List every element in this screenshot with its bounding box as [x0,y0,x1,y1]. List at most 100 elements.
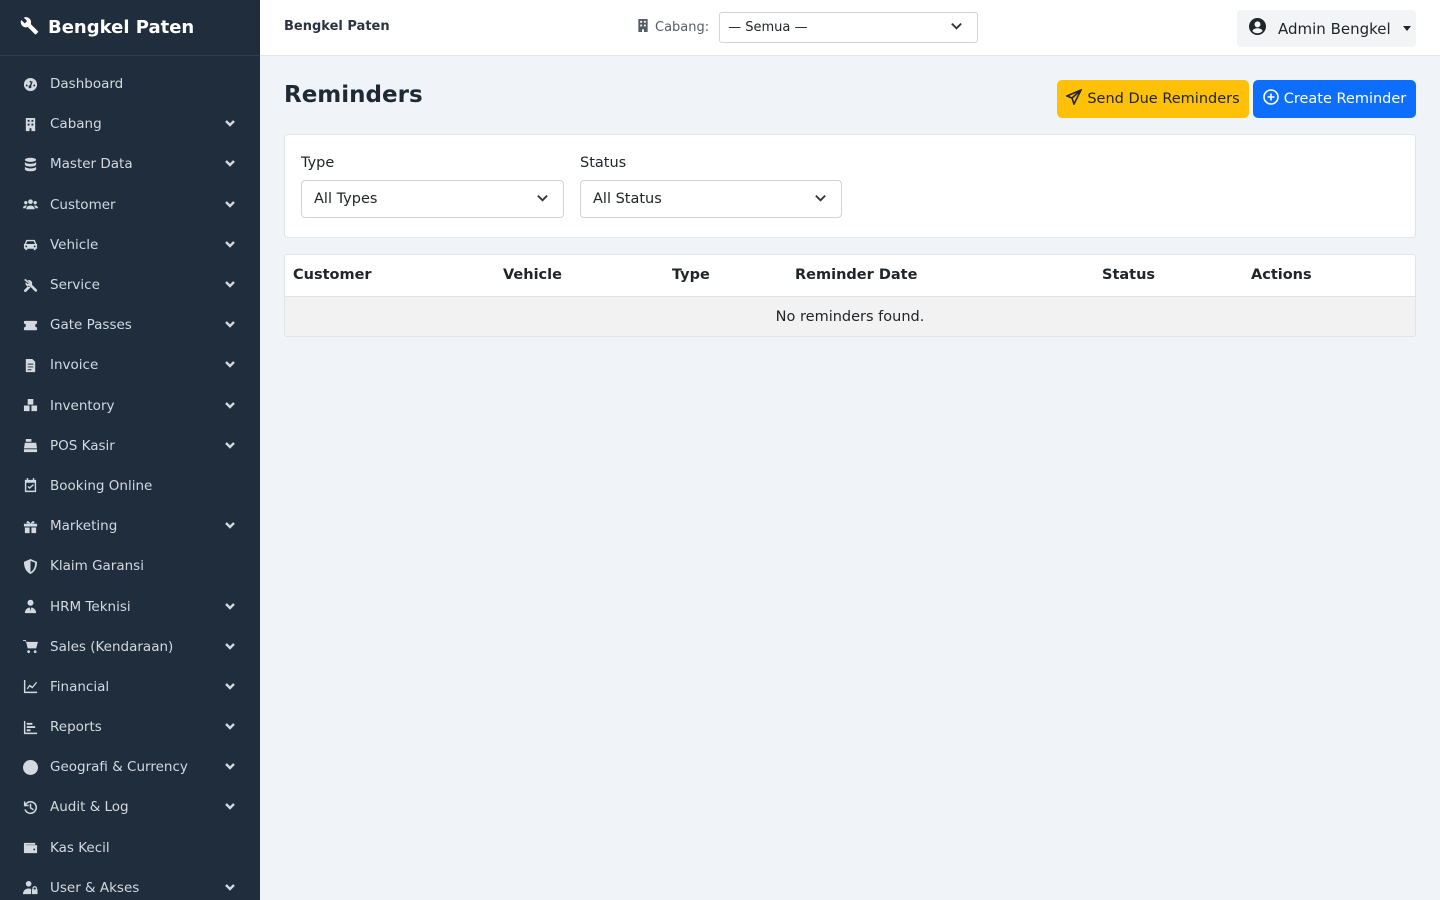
user-lock-icon [22,880,38,896]
sidebar-item-user-akses[interactable]: User & Akses [0,868,260,900]
chevron-down-icon [224,278,238,292]
sidebar-item-label: Invoice [50,357,99,374]
sidebar-item-label: Kas Kecil [50,839,110,856]
plus-circle-icon [1262,89,1279,109]
column-header-actions: Actions [1251,267,1312,283]
empty-state-row: No reminders found. [285,297,1415,336]
status-filter: Status All Status [580,155,842,218]
sidebar-item-geografi-currency[interactable]: Geografi & Currency [0,747,260,787]
sidebar-item-label: User & Akses [50,879,140,896]
chevron-down-icon [224,117,238,131]
chevron-down-icon [224,238,238,252]
paper-plane-icon [1065,88,1084,109]
sidebar-item-pos-kasir[interactable]: POS Kasir [0,426,260,466]
sidebar-item-label: Vehicle [50,236,99,253]
chevron-down-icon [224,600,238,614]
sidebar-item-reports[interactable]: Reports [0,707,260,747]
sidebar-item-audit-log[interactable]: Audit & Log [0,787,260,827]
chevron-down-icon [224,157,238,171]
table-header: Customer Vehicle Type Reminder Date Stat… [285,255,1415,297]
chevron-down-icon [950,19,963,36]
sidebar-item-label: Reports [50,719,102,736]
sidebar-item-master-data[interactable]: Master Data [0,144,260,184]
chevron-down-icon [536,191,549,208]
sidebar-item-dashboard[interactable]: Dashboard [0,64,260,104]
sidebar-item-cabang[interactable]: Cabang [0,104,260,144]
chevron-down-icon [224,439,238,453]
sidebar-item-label: Service [50,277,100,294]
cart-icon [22,639,38,655]
chevron-down-icon [224,680,238,694]
wrench-icon [20,16,39,40]
sidebar-item-label: Inventory [50,397,115,414]
branch-filter: Cabang: — Semua — [637,12,979,43]
user-name: Admin Bengkel [1278,19,1391,38]
sidebar-item-label: HRM Teknisi [50,598,131,615]
brand[interactable]: Bengkel Paten [0,0,260,56]
send-due-reminders-label: Send Due Reminders [1087,91,1240,107]
reminders-table: Customer Vehicle Type Reminder Date Stat… [284,254,1416,337]
sidebar-item-service[interactable]: Service [0,265,260,305]
shield-icon [22,558,38,574]
sidebar-item-label: Klaim Garansi [50,558,144,575]
sidebar-item-kas-kecil[interactable]: Kas Kecil [0,828,260,868]
sidebar-item-sales-kendaraan[interactable]: Sales (Kendaraan) [0,627,260,667]
calendar-check-icon [22,478,38,494]
sidebar: Bengkel Paten Dashboard Cabang Master Data… [0,0,260,900]
page-title: Reminders [284,82,423,108]
sidebar-item-hrm-teknisi[interactable]: HRM Teknisi [0,586,260,626]
sidebar-item-label: Booking Online [50,477,153,494]
column-header-customer[interactable]: Customer [293,267,372,283]
ticket-icon [22,317,38,333]
sidebar-item-gate-passes[interactable]: Gate Passes [0,305,260,345]
chart-line-icon [22,679,38,695]
globe-icon [22,759,38,775]
building-icon [22,116,38,132]
empty-state-message: No reminders found. [775,309,925,325]
user-menu-button[interactable]: Admin Bengkel [1237,10,1416,47]
column-header-reminder-date[interactable]: Reminder Date [795,267,917,283]
sidebar-item-invoice[interactable]: Invoice [0,345,260,385]
chevron-down-icon [224,198,238,212]
sidebar-item-label: Sales (Kendaraan) [50,638,174,655]
chevron-down-icon [224,881,238,895]
chevron-down-icon [224,760,238,774]
chart-bar-icon [22,719,38,735]
column-header-vehicle[interactable]: Vehicle [503,267,562,283]
type-select-value: All Types [314,191,378,207]
sidebar-item-customer[interactable]: Customer [0,185,260,225]
wallet-icon [22,840,38,856]
sidebar-item-label: Financial [50,678,110,695]
status-select[interactable]: All Status [580,180,842,218]
create-reminder-button[interactable]: Create Reminder [1253,80,1416,118]
chevron-down-icon [814,191,827,208]
type-select[interactable]: All Types [301,180,564,218]
sidebar-item-inventory[interactable]: Inventory [0,386,260,426]
column-header-status[interactable]: Status [1102,267,1155,283]
branch-label: Cabang: [655,20,710,35]
create-reminder-label: Create Reminder [1283,91,1407,107]
sidebar-item-label: Audit & Log [50,799,129,816]
sidebar-item-marketing[interactable]: Marketing [0,506,260,546]
status-select-value: All Status [593,191,662,207]
sidebar-item-label: Master Data [50,156,133,173]
user-circle-icon [1249,18,1266,39]
topbar: Bengkel Paten Cabang: — Semua — Admin Be… [260,0,1440,56]
column-header-type[interactable]: Type [672,267,710,283]
chevron-down-icon [224,640,238,654]
sidebar-item-financial[interactable]: Financial [0,667,260,707]
sidebar-item-booking-online[interactable]: Booking Online [0,466,260,506]
sidebar-item-vehicle[interactable]: Vehicle [0,225,260,265]
send-due-reminders-button[interactable]: Send Due Reminders [1057,80,1249,118]
branch-select[interactable]: — Semua — [719,12,979,43]
sidebar-item-label: Marketing [50,518,118,535]
sidebar-item-label: Cabang [50,116,102,133]
boxes-icon [22,398,38,414]
tools-icon [22,277,38,293]
sidebar-item-label: Gate Passes [50,317,132,334]
gift-icon [22,518,38,534]
building-icon [637,19,649,36]
chevron-down-icon [224,318,238,332]
sidebar-item-klaim-garansi[interactable]: Klaim Garansi [0,546,260,586]
invoice-icon [22,357,38,373]
